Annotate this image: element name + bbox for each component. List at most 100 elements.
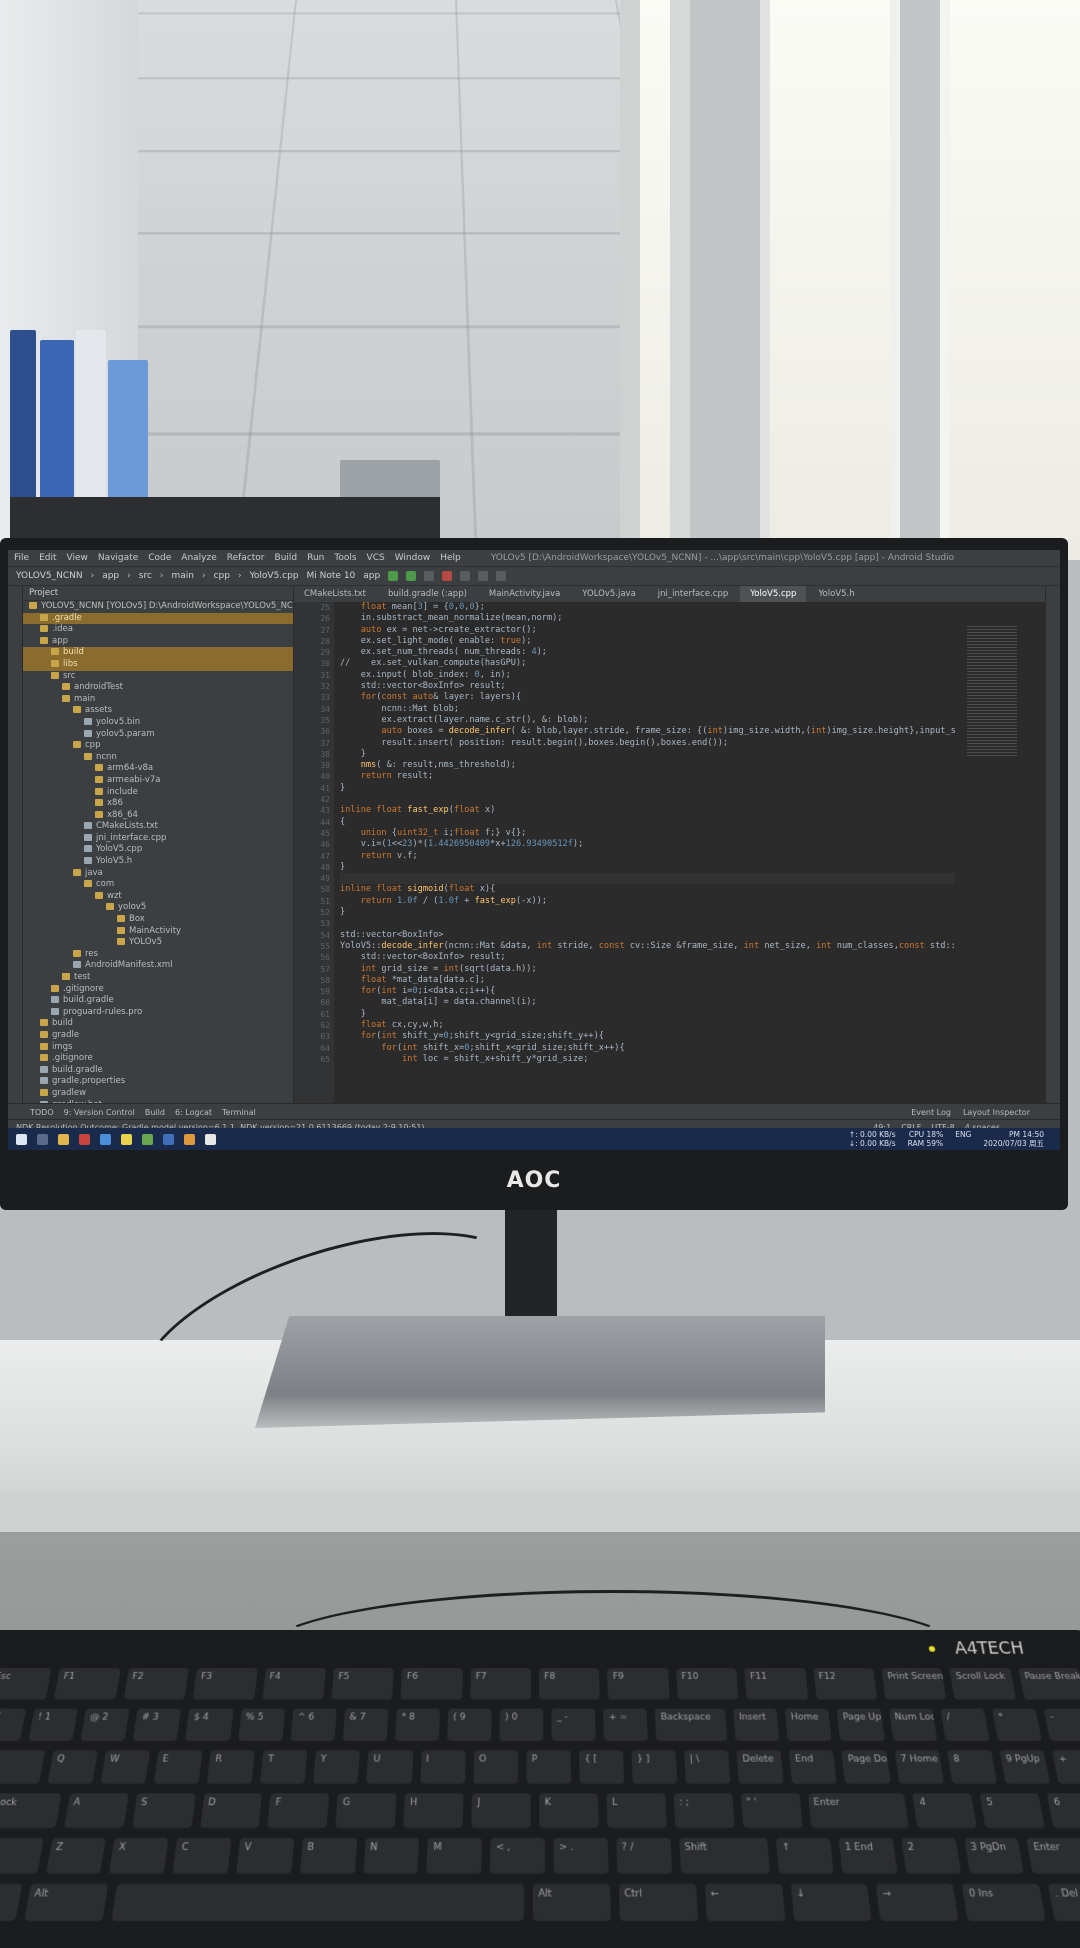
input-language[interactable]: ENG bbox=[955, 1130, 971, 1148]
tree-item[interactable]: YOLOv5 bbox=[23, 937, 293, 949]
keyboard-key[interactable]: $ 4 bbox=[185, 1708, 234, 1741]
keyboard-key[interactable]: A bbox=[63, 1793, 129, 1828]
keyboard-key[interactable]: @ 2 bbox=[80, 1708, 130, 1741]
code-line[interactable]: return result; bbox=[340, 771, 955, 782]
keyboard-key[interactable]: Insert bbox=[733, 1708, 780, 1741]
tree-item[interactable]: YOLOV5_NCNN [YOLOv5] D:\AndroidWorkspace… bbox=[23, 601, 293, 613]
keyboard-key[interactable]: F12 bbox=[812, 1668, 878, 1700]
tree-item[interactable]: assets bbox=[23, 705, 293, 717]
tree-item[interactable]: com bbox=[23, 879, 293, 891]
tree-item[interactable]: androidTest bbox=[23, 682, 293, 694]
code-line[interactable]: for(int i=0;i<data.c;i++){ bbox=[340, 986, 955, 997]
tree-item[interactable]: build.gradle bbox=[23, 1065, 293, 1077]
app-icon[interactable] bbox=[163, 1133, 174, 1145]
keyboard-key[interactable]: F11 bbox=[744, 1668, 808, 1700]
keyboard-key[interactable]: ( 9 bbox=[447, 1708, 492, 1741]
keyboard-key[interactable]: R bbox=[206, 1750, 256, 1784]
toolbar-icon[interactable] bbox=[424, 571, 435, 581]
windows-start-icon[interactable] bbox=[16, 1133, 27, 1145]
keyboard-key[interactable]: > . bbox=[553, 1837, 609, 1874]
menu-item-help[interactable]: Help bbox=[440, 553, 461, 563]
menu-item-analyze[interactable]: Analyze bbox=[181, 553, 216, 563]
code-line[interactable]: std::vector<BoxInfo> result; bbox=[340, 681, 955, 692]
breadcrumb-item[interactable]: YOLOV5_NCNN bbox=[16, 571, 83, 581]
tree-item[interactable]: src bbox=[23, 671, 293, 683]
tree-item[interactable]: gradle.properties bbox=[23, 1076, 293, 1088]
code-line[interactable]: ex.input( blob_index: 0, in); bbox=[340, 670, 955, 681]
keyboard-key[interactable]: / bbox=[940, 1708, 990, 1741]
keyboard-key[interactable]: ! 1 bbox=[28, 1708, 79, 1741]
keyboard-key[interactable]: 1 End bbox=[838, 1837, 898, 1874]
menu-item-file[interactable]: File bbox=[14, 553, 29, 563]
code-line[interactable]: for(int shift_y=0;shift_y<grid_size;shif… bbox=[340, 1031, 955, 1042]
search-icon[interactable] bbox=[37, 1133, 48, 1145]
keyboard-key[interactable]: B bbox=[299, 1837, 357, 1874]
code-line[interactable]: in.substract_mean_normalize(mean,norm); bbox=[340, 613, 955, 624]
breadcrumb-item[interactable]: cpp bbox=[214, 571, 230, 581]
keyboard-key[interactable]: ← bbox=[704, 1883, 785, 1921]
keyboard-key[interactable]: P bbox=[526, 1750, 571, 1784]
code-line[interactable]: // ex.set_vulkan_compute(hasGPU); bbox=[340, 658, 955, 669]
keyboard-key[interactable]: * 8 bbox=[394, 1708, 441, 1741]
code-line[interactable]: int grid_size = int(sqrt(data.h)); bbox=[340, 964, 955, 975]
tool-window-button[interactable]: 6: Logcat bbox=[175, 1108, 212, 1117]
editor-tab[interactable]: build.gradle (:app) bbox=[378, 586, 477, 602]
tree-item[interactable]: main bbox=[23, 694, 293, 706]
keyboard-key[interactable]: Pause Break bbox=[1017, 1668, 1080, 1700]
keyboard-key[interactable]: 7 Home bbox=[894, 1750, 944, 1784]
menu-item-view[interactable]: View bbox=[67, 553, 88, 563]
app-icon[interactable] bbox=[79, 1133, 90, 1145]
keyboard-key[interactable]: F6 bbox=[400, 1668, 463, 1700]
tool-window-button[interactable]: Build bbox=[145, 1108, 165, 1117]
toolbar-icon[interactable] bbox=[496, 571, 507, 581]
keyboard-key[interactable]: + bbox=[1051, 1750, 1080, 1784]
stop-icon[interactable] bbox=[442, 571, 453, 581]
tool-window-button[interactable]: TODO bbox=[30, 1108, 54, 1117]
keyboard-key[interactable]: 3 PgDn bbox=[963, 1837, 1025, 1874]
keyboard-key[interactable]: _ - bbox=[551, 1708, 596, 1741]
tool-window-button[interactable]: Event Log bbox=[911, 1108, 951, 1117]
keyboard-key[interactable]: < , bbox=[490, 1837, 545, 1874]
keyboard-key[interactable]: } ] bbox=[631, 1750, 678, 1784]
keyboard-key[interactable]: Y bbox=[313, 1750, 361, 1784]
keyboard-key[interactable]: F1 bbox=[54, 1668, 121, 1700]
code-line[interactable]: v.i=(1<<23)*(1.4426950409*x+126.93490512… bbox=[340, 839, 955, 850]
tool-window-button[interactable]: Terminal bbox=[222, 1108, 256, 1117]
code-line[interactable]: for(const auto& layer: layers){ bbox=[340, 692, 955, 703]
tree-item[interactable]: .idea bbox=[23, 624, 293, 636]
tree-item[interactable]: build.gradle bbox=[23, 995, 293, 1007]
tree-item[interactable]: include bbox=[23, 787, 293, 799]
tree-item[interactable]: test bbox=[23, 972, 293, 984]
code-line[interactable]: ex.extract(layer.name.c_str(), &: blob); bbox=[340, 715, 955, 726]
code-line[interactable]: ex.set_num_threads( num_threads: 4); bbox=[340, 647, 955, 658]
tree-item[interactable]: x86_64 bbox=[23, 810, 293, 822]
tree-item[interactable]: AndroidManifest.xml bbox=[23, 960, 293, 972]
run-icon[interactable] bbox=[406, 571, 417, 581]
keyboard-key[interactable]: Scroll Lock bbox=[949, 1668, 1016, 1700]
keyboard-key[interactable]: F bbox=[267, 1793, 330, 1828]
keyboard-key[interactable] bbox=[111, 1883, 524, 1921]
menu-item-run[interactable]: Run bbox=[307, 553, 324, 563]
keyboard-key[interactable]: ↑ bbox=[775, 1837, 834, 1874]
tree-item[interactable]: .gitignore bbox=[23, 984, 293, 996]
keyboard-key[interactable]: + = bbox=[603, 1708, 649, 1741]
keyboard-key[interactable]: O bbox=[473, 1750, 518, 1784]
keyboard-key[interactable]: Enter bbox=[1026, 1837, 1080, 1874]
code-minimap[interactable] bbox=[967, 626, 1017, 756]
keyboard-key[interactable]: * bbox=[991, 1708, 1042, 1741]
keyboard-key[interactable]: W bbox=[100, 1750, 151, 1784]
keyboard-key[interactable]: Esc bbox=[0, 1668, 53, 1700]
keyboard-key[interactable]: Enter bbox=[807, 1793, 910, 1828]
tree-item[interactable]: libs bbox=[23, 658, 293, 671]
keyboard-key[interactable]: ~ ` bbox=[0, 1708, 27, 1741]
tree-item[interactable]: yolov5 bbox=[23, 902, 293, 914]
keyboard-key[interactable]: Alt bbox=[24, 1883, 108, 1921]
keyboard-key[interactable]: & 7 bbox=[342, 1708, 389, 1741]
keyboard-key[interactable]: " ' bbox=[740, 1793, 803, 1828]
keyboard-key[interactable]: Home bbox=[785, 1708, 833, 1741]
code-line[interactable]: auto ex = net->create_extractor(); bbox=[340, 625, 955, 636]
tree-item[interactable]: gradle bbox=[23, 1030, 293, 1042]
keyboard-key[interactable]: F8 bbox=[539, 1668, 601, 1700]
tree-item[interactable]: cpp bbox=[23, 740, 293, 752]
menu-item-refactor[interactable]: Refactor bbox=[227, 553, 265, 563]
